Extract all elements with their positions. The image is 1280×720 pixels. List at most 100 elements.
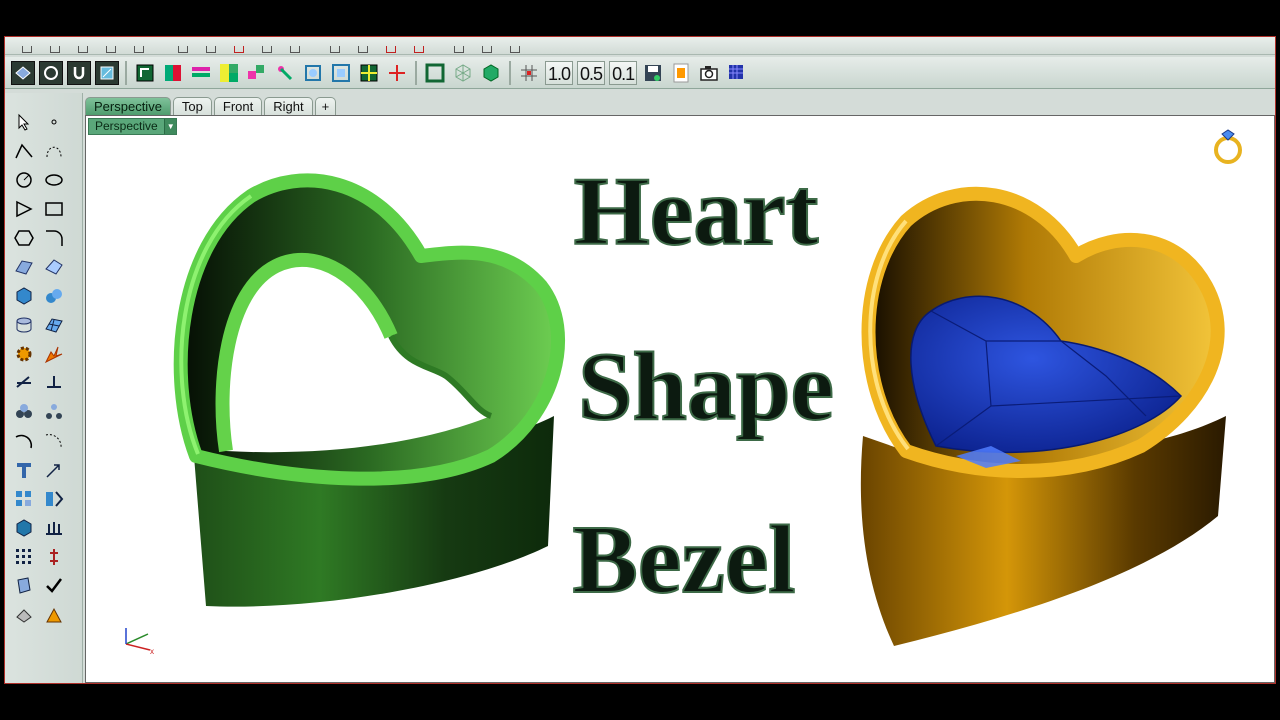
dot-grid-icon[interactable] bbox=[11, 545, 37, 569]
group-icon[interactable] bbox=[11, 400, 37, 424]
scale-icon[interactable] bbox=[41, 458, 67, 482]
viewport-tabs: Perspective Top Front Right + bbox=[85, 95, 337, 115]
layer-icon[interactable] bbox=[95, 60, 119, 85]
pink-strip-icon[interactable] bbox=[189, 61, 213, 85]
fillet-icon[interactable] bbox=[41, 226, 67, 250]
grid-snap-icon[interactable] bbox=[517, 61, 541, 85]
magenta-grid-icon[interactable] bbox=[245, 61, 269, 85]
shade-icon[interactable] bbox=[11, 603, 37, 627]
axis-icon: x bbox=[125, 628, 154, 656]
toolbar-icon[interactable] bbox=[405, 44, 433, 54]
point-edit-icon[interactable] bbox=[273, 61, 297, 85]
surface-edit-icon[interactable] bbox=[41, 255, 67, 279]
hexagon-icon[interactable] bbox=[11, 226, 37, 250]
toolbar-icon[interactable] bbox=[349, 44, 377, 54]
mesh-icon[interactable] bbox=[41, 313, 67, 337]
analyze-icon[interactable] bbox=[11, 574, 37, 598]
box-icon[interactable] bbox=[11, 284, 37, 308]
svg-text:x: x bbox=[150, 647, 154, 656]
zoom-extents-icon[interactable] bbox=[329, 61, 353, 85]
mesh-grid-icon[interactable] bbox=[725, 61, 749, 85]
extrude-icon[interactable] bbox=[41, 516, 67, 540]
save-icon[interactable] bbox=[641, 61, 665, 85]
toolbar-icon[interactable] bbox=[377, 44, 405, 54]
mirror-icon[interactable] bbox=[41, 487, 67, 511]
viewport-perspective[interactable]: Perspective ▼ Heart Shape Bezel x bbox=[85, 115, 1275, 683]
check-icon[interactable] bbox=[41, 574, 67, 598]
toolbar-icon[interactable] bbox=[445, 44, 473, 54]
tab-right[interactable]: Right bbox=[264, 97, 313, 115]
dimension-icon[interactable] bbox=[41, 545, 67, 569]
ungroup-icon[interactable] bbox=[41, 400, 67, 424]
point-icon[interactable] bbox=[41, 110, 67, 134]
rectangle-icon[interactable] bbox=[41, 197, 67, 221]
heart-bezel-models: Heart Shape Bezel bbox=[173, 157, 1226, 646]
render-icon[interactable] bbox=[41, 603, 67, 627]
offset-icon[interactable] bbox=[41, 429, 67, 453]
explode-icon[interactable] bbox=[41, 342, 67, 366]
crosshair-icon[interactable] bbox=[385, 61, 409, 85]
title-line-3: Bezel bbox=[572, 506, 795, 614]
trim-icon[interactable] bbox=[11, 371, 37, 395]
title-line-2: Shape bbox=[578, 333, 834, 441]
sphere-icon[interactable] bbox=[41, 284, 67, 308]
select-icon[interactable] bbox=[11, 110, 37, 134]
tolerance-1-0[interactable]: 1.0 bbox=[545, 60, 574, 85]
circle-icon[interactable] bbox=[39, 60, 63, 85]
main-toolbar: 1.0 0.5 0.1 bbox=[5, 57, 1275, 89]
title-line-1: Heart bbox=[574, 158, 819, 266]
tab-front[interactable]: Front bbox=[213, 97, 263, 115]
rotate-view-icon[interactable] bbox=[301, 61, 325, 85]
grid-icon[interactable] bbox=[133, 61, 157, 85]
toolbar-icon[interactable] bbox=[473, 44, 501, 54]
circle-icon[interactable] bbox=[11, 168, 37, 192]
polygon-icon[interactable] bbox=[11, 197, 37, 221]
top-letterbox bbox=[0, 0, 1280, 36]
toolbar-icon[interactable] bbox=[197, 44, 225, 54]
left-toolbar bbox=[5, 93, 83, 683]
surface-icon[interactable] bbox=[11, 255, 37, 279]
cylinder-icon[interactable] bbox=[11, 313, 37, 337]
ring-icon bbox=[1214, 129, 1242, 164]
magnet-icon[interactable] bbox=[67, 60, 91, 85]
frame-icon[interactable] bbox=[423, 61, 447, 85]
toolbar-icon[interactable] bbox=[501, 44, 529, 54]
toolbar-icon[interactable] bbox=[321, 44, 349, 54]
gear-icon[interactable] bbox=[11, 342, 37, 366]
toolbar-icon[interactable] bbox=[69, 44, 97, 54]
ellipse-icon[interactable] bbox=[41, 168, 67, 192]
curve-edit-icon[interactable] bbox=[41, 139, 67, 163]
toolbar-icon[interactable] bbox=[169, 44, 197, 54]
gold-heart-bezel bbox=[860, 186, 1226, 646]
solid-icon[interactable] bbox=[11, 516, 37, 540]
toolbar-icon[interactable] bbox=[97, 44, 125, 54]
standard-toolbar-cut bbox=[5, 37, 1275, 55]
green-heart-bezel bbox=[173, 173, 566, 607]
array-icon[interactable] bbox=[11, 487, 37, 511]
bottom-letterbox bbox=[0, 684, 1280, 720]
polyline-icon[interactable] bbox=[11, 139, 37, 163]
shaded-icon[interactable] bbox=[479, 61, 503, 85]
camera-icon[interactable] bbox=[697, 61, 721, 85]
tab-perspective[interactable]: Perspective bbox=[85, 97, 171, 115]
toolbar-icon[interactable] bbox=[225, 44, 253, 54]
toolbar-icon[interactable] bbox=[13, 44, 41, 54]
view-icon[interactable] bbox=[11, 60, 35, 85]
tolerance-0-1[interactable]: 0.1 bbox=[609, 60, 638, 85]
toolbar-icon[interactable] bbox=[281, 44, 309, 54]
tolerance-0-5[interactable]: 0.5 bbox=[577, 60, 606, 85]
arc-icon[interactable] bbox=[11, 429, 37, 453]
yellow-grid-icon[interactable] bbox=[217, 61, 241, 85]
text-icon[interactable] bbox=[11, 458, 37, 482]
wireframe-icon[interactable] bbox=[451, 61, 475, 85]
toolbar-icon[interactable] bbox=[253, 44, 281, 54]
rhino-window: 1.0 0.5 0.1 Perspective Top Front Right … bbox=[4, 36, 1276, 684]
color-layer-icon[interactable] bbox=[161, 61, 185, 85]
toolbar-icon[interactable] bbox=[41, 44, 69, 54]
split-view-icon[interactable] bbox=[357, 61, 381, 85]
document-icon[interactable] bbox=[669, 61, 693, 85]
split-icon[interactable] bbox=[41, 371, 67, 395]
tab-top[interactable]: Top bbox=[172, 97, 212, 115]
tab-add[interactable]: + bbox=[314, 97, 337, 115]
toolbar-icon[interactable] bbox=[125, 44, 153, 54]
